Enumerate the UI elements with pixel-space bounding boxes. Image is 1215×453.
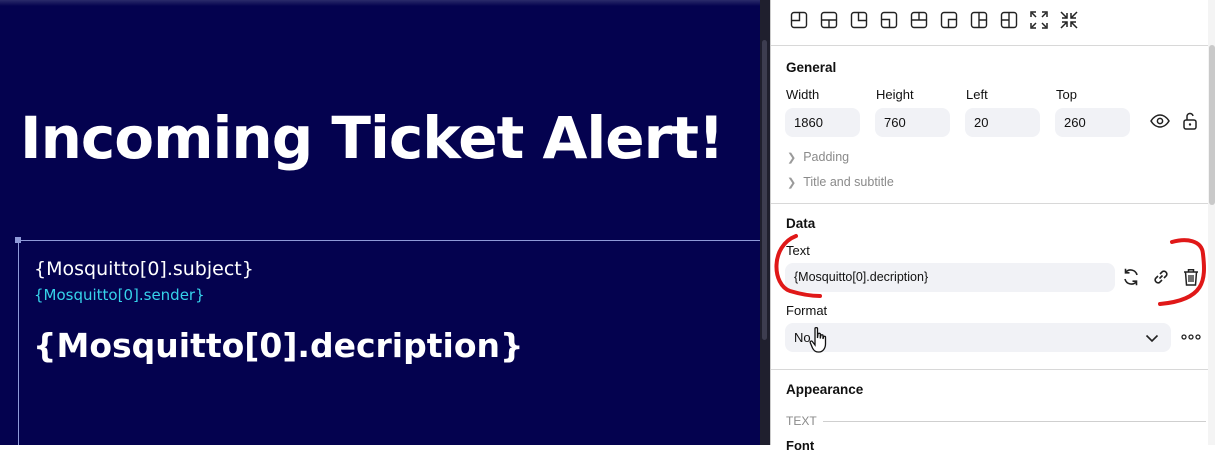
annotation-overlay: [774, 234, 1206, 306]
annotation-left-bracket: [774, 234, 822, 298]
annotation-right-bracket: [1158, 238, 1206, 306]
